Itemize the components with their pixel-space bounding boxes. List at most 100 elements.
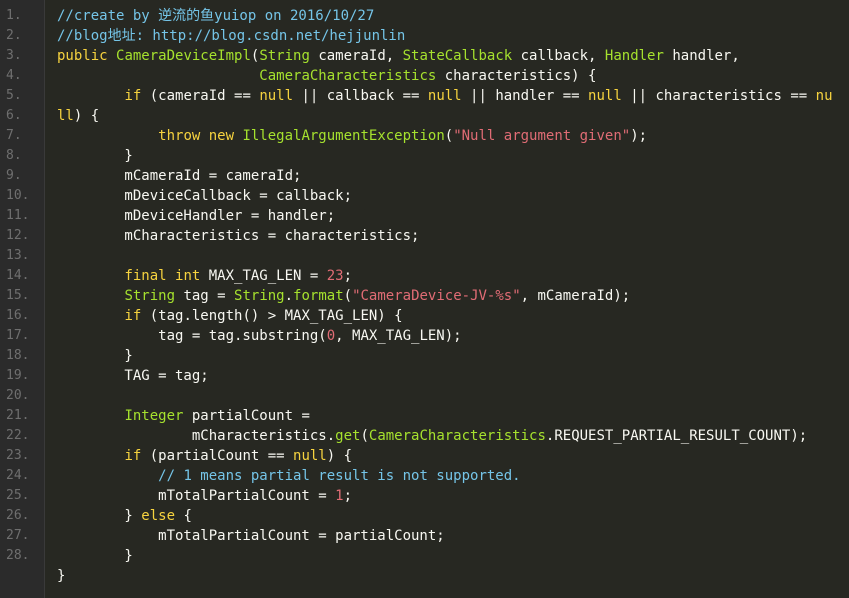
line-number: 5. [6, 88, 22, 103]
code-token: String [234, 288, 285, 304]
line-number: 20. [6, 388, 30, 403]
line-numbers: 1. 2. 3. 4. 5. 6. 7. 8. 9. 10. 11. 12. 13. 14. 15. 16. 1… [0, 0, 44, 566]
code-token: cameraId, [309, 48, 403, 64]
code-token: } [57, 508, 142, 524]
code-token: CameraCharacteristics [368, 428, 546, 444]
line-number: 19. [6, 368, 30, 383]
code-token: final int [124, 268, 201, 284]
code-token: String [124, 288, 176, 304]
code-token: ); [630, 128, 648, 144]
code-line: } [45, 146, 849, 166]
code-token: mCameraId = cameraId; [57, 168, 302, 184]
code-token: ) { [73, 108, 100, 124]
code-token: format [293, 288, 344, 304]
line-number: 8. [6, 148, 22, 163]
code-line: Integer partialCount = [45, 406, 849, 426]
code-area[interactable]: //create by 逆流的鱼yuiop on 2016/10/27 //blo… [45, 0, 849, 598]
code-line: } [45, 546, 849, 566]
code-line: TAG = tag; [45, 366, 849, 386]
code-line: ll) { [45, 106, 849, 126]
code-token: // 1 means partial result is not support… [158, 468, 521, 484]
code-token: . [284, 288, 294, 304]
code-token: characteristics) { [436, 68, 597, 84]
code-token: "Null argument given" [453, 128, 631, 144]
code-token: mCharacteristics. [57, 428, 336, 444]
code-line: if (partialCount == null) { [45, 446, 849, 466]
code-token: (cameraId == [141, 88, 260, 104]
line-number: 4. [6, 68, 22, 83]
line-number: 13. [6, 248, 30, 263]
line-number: 16. [6, 308, 30, 323]
code-token: CameraDeviceImpl [116, 48, 251, 64]
code-token: partialCount = [183, 408, 310, 424]
code-token: tag = tag.substring( [57, 328, 327, 344]
code-line: if (tag.length() > MAX_TAG_LEN) { [45, 306, 849, 326]
code-token: StateCallback [402, 48, 513, 64]
code-token: mDeviceCallback = callback; [57, 188, 353, 204]
code-token: else [141, 508, 176, 524]
code-token: ) { [326, 448, 353, 464]
code-token: mDeviceHandler = handler; [57, 208, 336, 224]
code-token: if [124, 308, 142, 324]
line-number: 18. [6, 348, 30, 363]
code-token: MAX_TAG_LEN = [200, 268, 327, 284]
code-line: public CameraDeviceImpl(String cameraId,… [45, 46, 849, 66]
code-line: mTotalPartialCount = partialCount; [45, 526, 849, 546]
code-line: tag = tag.substring(0, MAX_TAG_LEN); [45, 326, 849, 346]
code-token: || callback == [293, 88, 428, 104]
code-token: String [259, 48, 310, 64]
code-token: { [175, 508, 192, 524]
code-token: 23 [326, 268, 344, 284]
code-token: null [427, 88, 462, 104]
line-number: 7. [6, 128, 22, 143]
code-token: } [57, 548, 133, 564]
line-number: 1. [6, 8, 22, 23]
code-token: //create by 逆流的鱼yuiop on 2016/10/27 [57, 8, 375, 24]
code-token: mTotalPartialCount = [57, 488, 336, 504]
line-number-gutter: 1. 2. 3. 4. 5. 6. 7. 8. 9. 10. 11. 12. 13. 14. 15. 16. 1… [0, 0, 45, 598]
code-token: || characteristics == [621, 88, 816, 104]
code-line: if (cameraId == null || callback == null… [45, 86, 849, 106]
code-token: if [124, 448, 142, 464]
code-token: mCharacteristics = characteristics; [57, 228, 420, 244]
code-token: } [57, 348, 133, 364]
code-token: Handler [604, 48, 664, 64]
code-token: null [588, 88, 622, 104]
code-token: ; [343, 268, 353, 284]
line-number: 24. [6, 468, 30, 483]
line-number: 15. [6, 288, 30, 303]
code-token: IllegalArgumentException [242, 128, 445, 144]
line-number: 17. [6, 328, 30, 343]
code-line: mTotalPartialCount = 1; [45, 486, 849, 506]
code-line: mDeviceCallback = callback; [45, 186, 849, 206]
code-token: ( [360, 428, 369, 444]
code-token: null [293, 448, 327, 464]
line-number: 9. [6, 168, 22, 183]
code-token: tag = [175, 288, 235, 304]
code-line: } [45, 566, 849, 586]
code-token: (partialCount == [141, 448, 294, 464]
code-token: nu [815, 88, 833, 104]
code-token: if [124, 88, 142, 104]
code-token: handler, [663, 48, 740, 64]
code-line: mDeviceHandler = handler; [45, 206, 849, 226]
line-number: 14. [6, 268, 30, 283]
code-line: final int MAX_TAG_LEN = 23; [45, 266, 849, 286]
code-line: } [45, 346, 849, 366]
line-number: 6. [6, 108, 22, 123]
code-editor: 1. 2. 3. 4. 5. 6. 7. 8. 9. 10. 11. 12. 13. 14. 15. 16. 1… [0, 0, 849, 598]
code-token: public [57, 48, 117, 64]
line-number: 22. [6, 428, 30, 443]
code-token: } [57, 568, 66, 584]
code-line: throw new IllegalArgumentException("Null… [45, 126, 849, 146]
code-token: get [335, 428, 361, 444]
code-token: ( [444, 128, 454, 144]
